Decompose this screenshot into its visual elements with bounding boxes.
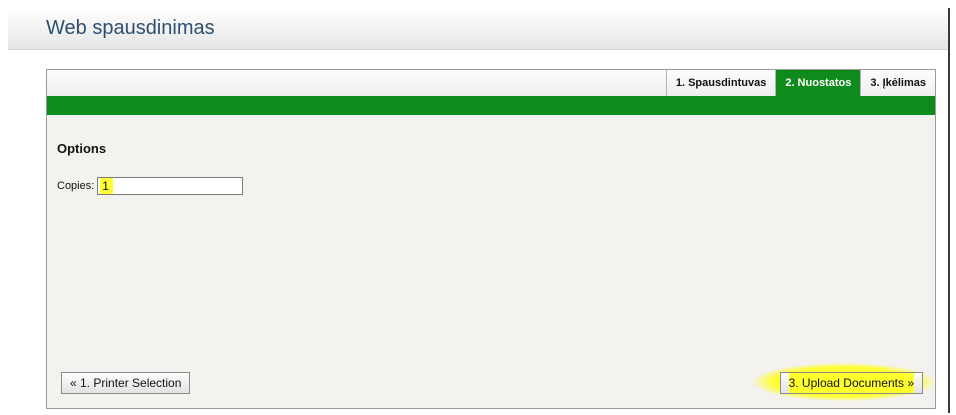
- copies-field-row: Copies: 1: [57, 176, 244, 196]
- page-header: Web spausdinimas: [8, 8, 948, 50]
- window-edge-divider: [948, 8, 950, 413]
- page-title: Web spausdinimas: [46, 17, 215, 39]
- web-printing-page: Web spausdinimas 1. Spausdintuvas 2. Nuo…: [0, 0, 956, 415]
- next-step-button[interactable]: 3. Upload Documents »: [779, 372, 923, 394]
- copies-value: 1: [100, 178, 113, 194]
- tab-settings[interactable]: 2. Nuostatos: [775, 70, 861, 96]
- tab-printer[interactable]: 1. Spausdintuvas: [665, 70, 775, 96]
- previous-step-button[interactable]: « 1. Printer Selection: [61, 372, 191, 394]
- wizard-tab-bar: 1. Spausdintuvas 2. Nuostatos 3. Įkėlima…: [47, 70, 935, 96]
- active-step-bar: [47, 96, 935, 115]
- wizard-tabs: 1. Spausdintuvas 2. Nuostatos 3. Įkėlima…: [665, 70, 935, 96]
- tab-upload[interactable]: 3. Įkėlimas: [860, 70, 935, 96]
- options-heading: Options: [57, 141, 107, 156]
- copies-label: Copies:: [57, 180, 95, 192]
- copies-input[interactable]: 1: [97, 177, 244, 195]
- next-step-button-label: 3. Upload Documents »: [788, 373, 914, 393]
- wizard-panel: 1. Spausdintuvas 2. Nuostatos 3. Įkėlima…: [46, 69, 936, 409]
